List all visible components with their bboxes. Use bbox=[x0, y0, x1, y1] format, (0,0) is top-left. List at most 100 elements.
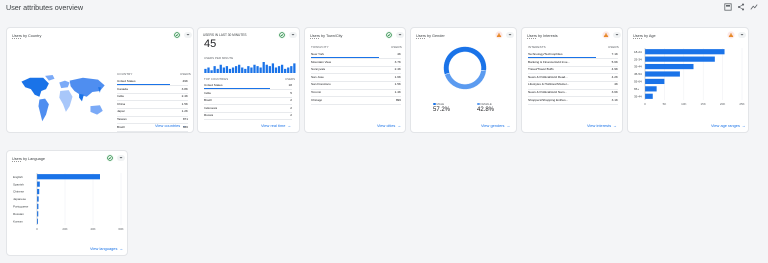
row-label: Indonesia bbox=[204, 105, 218, 110]
bar[interactable] bbox=[37, 174, 100, 180]
share-icon[interactable] bbox=[737, 3, 745, 11]
row-label: New York bbox=[311, 52, 325, 56]
y-category-label: 35-44 bbox=[634, 94, 642, 98]
view-age-ranges-link[interactable]: View age ranges → bbox=[711, 123, 746, 128]
table-row[interactable]: Chicago 896 bbox=[311, 98, 401, 102]
age-bar-chart: 0 5K 10K 15K 20K 25K 18-24 25-34 35-44 45-54 55-64… bbox=[634, 48, 745, 106]
x-tick-label: 20K bbox=[720, 102, 725, 106]
row-label: Lifestyles & Hobbies/Shutter... bbox=[528, 82, 570, 87]
row-label: San Francisco bbox=[311, 82, 331, 87]
x-tick-label: 20K bbox=[62, 227, 67, 231]
row-divider bbox=[311, 103, 401, 105]
row-value: 5.6K bbox=[611, 59, 618, 64]
table-row[interactable]: Japan 1.2K bbox=[117, 109, 188, 113]
table-row[interactable]: Banking & Finance/Avid Inve... 5.6K bbox=[528, 60, 618, 64]
row-value: 7.1K bbox=[611, 52, 618, 56]
bar[interactable] bbox=[37, 188, 40, 195]
realtime-bar bbox=[293, 63, 296, 73]
view-interests-link[interactable]: View interests → bbox=[587, 123, 617, 128]
table-row[interactable]: India 2.4K bbox=[117, 94, 188, 98]
col-header-country: COUNTRY bbox=[117, 72, 133, 76]
table-row[interactable]: News & Political/Avid Read... 4.2K bbox=[528, 75, 618, 79]
x-tick-label: 0 bbox=[644, 102, 646, 106]
warning-icon[interactable] bbox=[602, 31, 610, 39]
table-row[interactable]: Brazil 836 bbox=[117, 125, 188, 129]
row-value: 2.4K bbox=[394, 67, 401, 72]
row-value: 1.2K bbox=[181, 109, 188, 114]
card-menu-button[interactable] bbox=[289, 32, 297, 38]
table-row[interactable]: Shoppers/Shopping Enthus... 3.1K bbox=[528, 98, 618, 102]
table-row[interactable]: Taiwan 871 bbox=[117, 117, 188, 121]
table-row[interactable]: Mountain View 3.7K bbox=[311, 60, 401, 64]
table-row[interactable]: San Jose 1.6K bbox=[311, 75, 401, 79]
realtime-bar bbox=[247, 66, 250, 73]
card-menu-button[interactable] bbox=[506, 32, 514, 38]
row-value: 3.8K bbox=[181, 86, 188, 91]
table-row[interactable]: United States 49K bbox=[117, 79, 188, 83]
bar[interactable] bbox=[645, 49, 725, 55]
donut-slice-male bbox=[443, 46, 487, 75]
view-cities-link[interactable]: View cities → bbox=[377, 123, 401, 128]
view-genders-link[interactable]: View genders → bbox=[481, 123, 510, 128]
realtime-bar bbox=[219, 64, 222, 73]
check-icon[interactable] bbox=[278, 31, 286, 39]
table-row[interactable]: Travel/Travel Buffs 4.9K bbox=[528, 67, 618, 71]
realtime-bar bbox=[268, 66, 271, 73]
table-row[interactable]: Sunnyvale 2.4K bbox=[311, 67, 401, 71]
x-tick-label: 25K bbox=[739, 102, 744, 106]
table-row[interactable]: Lifestyles & Hobbies/Shutter... 4K bbox=[528, 82, 618, 86]
row-value: 2.4K bbox=[181, 94, 188, 99]
view-languages-link[interactable]: View languages → bbox=[90, 246, 123, 251]
insights-icon[interactable] bbox=[750, 3, 758, 11]
male-percentage: 57.2% bbox=[433, 107, 451, 113]
check-icon[interactable] bbox=[173, 31, 181, 39]
card-menu-button[interactable] bbox=[396, 32, 404, 38]
card-menu-button[interactable] bbox=[738, 32, 746, 38]
row-label: Toronto bbox=[311, 90, 322, 94]
bar[interactable] bbox=[645, 63, 694, 70]
table-row[interactable]: News & Political/Avid Nam... 3.6K bbox=[528, 90, 618, 94]
bar[interactable] bbox=[645, 93, 653, 99]
table-row[interactable]: India 5 bbox=[204, 91, 292, 95]
y-category-label: Korean bbox=[13, 219, 23, 223]
bar[interactable] bbox=[645, 78, 665, 85]
check-icon[interactable] bbox=[106, 154, 114, 162]
row-value: 4K bbox=[397, 52, 401, 56]
table-row[interactable]: Brazil 2 bbox=[204, 98, 292, 102]
view-real-time-link[interactable]: View real time → bbox=[261, 123, 291, 128]
bar[interactable] bbox=[37, 203, 39, 210]
customize-report-icon[interactable] bbox=[724, 3, 732, 11]
bar[interactable] bbox=[37, 181, 40, 187]
table-row[interactable]: China 1.5K bbox=[117, 102, 188, 106]
warning-icon[interactable] bbox=[495, 31, 503, 39]
bar[interactable] bbox=[645, 56, 715, 62]
table-row[interactable]: Indonesia 2 bbox=[204, 106, 292, 110]
warning-icon[interactable] bbox=[727, 31, 735, 39]
realtime-bar bbox=[204, 68, 207, 73]
female-percentage: 42.8% bbox=[477, 107, 495, 113]
check-icon[interactable] bbox=[385, 31, 393, 39]
x-tick-label: 15K bbox=[701, 102, 706, 106]
bar[interactable] bbox=[37, 196, 39, 202]
x-tick-label: 0 bbox=[36, 227, 38, 231]
row-label: India bbox=[117, 94, 124, 99]
y-category-label: Chinese bbox=[13, 190, 24, 194]
card-menu-button[interactable] bbox=[184, 32, 192, 38]
table-row[interactable]: San Francisco 1.5K bbox=[311, 82, 401, 86]
table-row[interactable]: Technology/Technophiles 7.1K bbox=[528, 52, 618, 56]
table-row[interactable]: United States 18 bbox=[204, 83, 292, 87]
realtime-bar bbox=[274, 67, 278, 73]
table-row[interactable]: Toronto 1.4K bbox=[311, 90, 401, 94]
bar[interactable] bbox=[645, 71, 680, 77]
row-value: 896 bbox=[395, 97, 401, 102]
card-menu-button[interactable] bbox=[117, 155, 125, 161]
card-title: Users by Age bbox=[633, 34, 656, 38]
realtime-bar bbox=[234, 66, 238, 73]
bar[interactable] bbox=[645, 86, 657, 92]
realtime-bar bbox=[265, 64, 268, 73]
card-menu-button[interactable] bbox=[613, 32, 621, 38]
table-row[interactable]: Russia 2 bbox=[204, 113, 292, 117]
table-row[interactable]: New York 4K bbox=[311, 52, 401, 56]
table-row[interactable]: Canada 3.8K bbox=[117, 87, 188, 91]
row-label: Japan bbox=[117, 109, 126, 114]
